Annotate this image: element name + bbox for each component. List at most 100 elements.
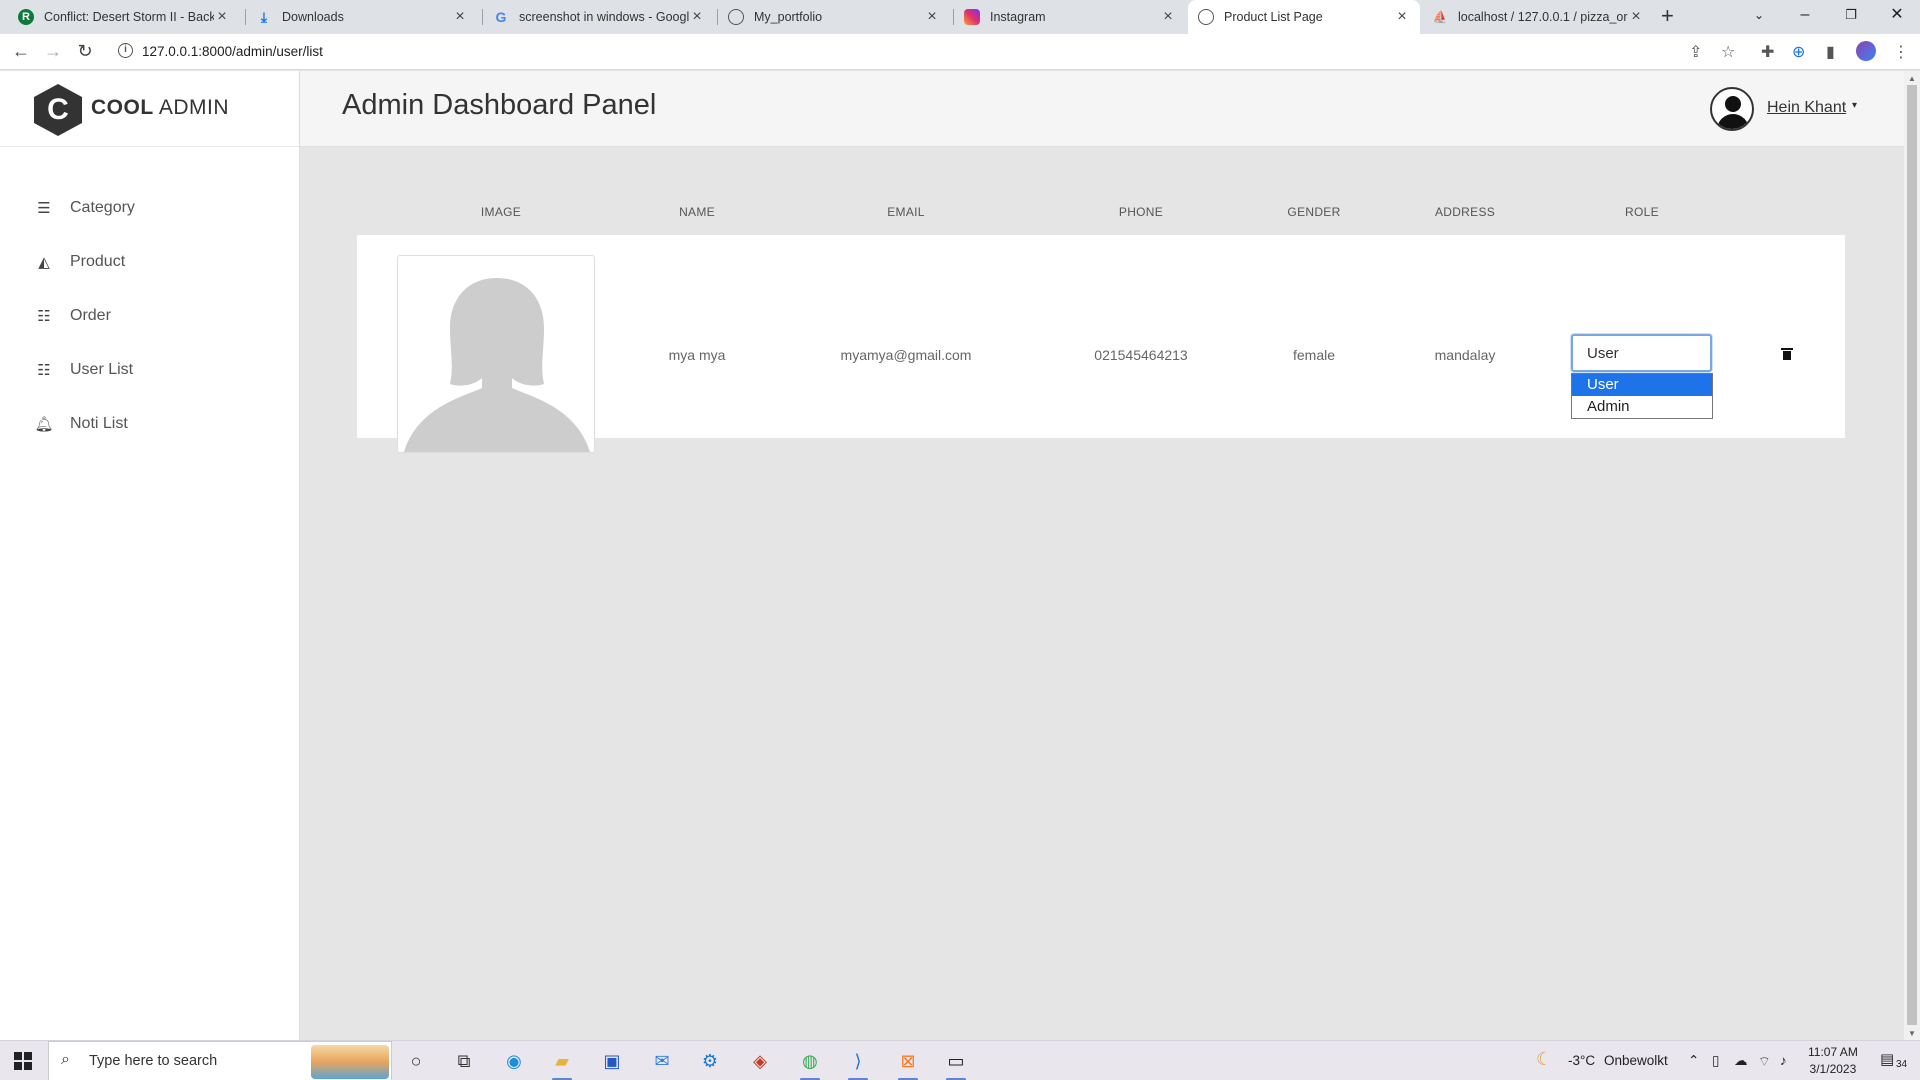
role-option-admin[interactable]: Admin (1572, 396, 1712, 418)
tab-title: My_portfolio (754, 10, 823, 24)
browser-tab[interactable]: R Conflict: Desert Storm II - Back t × (8, 0, 240, 34)
download-status-icon[interactable]: ⊕ (1792, 42, 1805, 62)
taskbar-search[interactable]: ⌕ Type here to search (48, 1041, 392, 1080)
meet-now-icon[interactable]: ▯ (1712, 1053, 1719, 1069)
browser-tab[interactable]: ⛵ localhost / 127.0.0.1 / pizza_ord × (1422, 0, 1654, 34)
tab-title: Instagram (990, 10, 1046, 24)
terminal-icon[interactable]: ▭ (942, 1047, 970, 1075)
system-clock[interactable]: 11:07 AM 3/1/2023 (1808, 1044, 1858, 1078)
weather-temp[interactable]: -3°C (1568, 1053, 1595, 1068)
avatar-head (1725, 96, 1741, 112)
column-header-image: IMAGE (480, 205, 522, 219)
logo-text: COOL ADMIN (91, 96, 230, 119)
close-icon[interactable]: × (1160, 8, 1176, 26)
chevron-up-icon[interactable]: ⌃ (1688, 1053, 1699, 1069)
tab-title: screenshot in windows - Google (519, 10, 689, 24)
close-window-icon[interactable]: ✕ (1874, 0, 1920, 34)
tab-title: Conflict: Desert Storm II - Back t (44, 10, 214, 24)
tab-title: Product List Page (1224, 10, 1323, 24)
url-field[interactable]: 127.0.0.1:8000/admin/user/list (142, 44, 323, 59)
logo[interactable]: C COOL ADMIN (0, 71, 299, 147)
column-header-name: NAME (679, 205, 715, 219)
user-email-cell: myamya@gmail.com (840, 347, 972, 363)
instagram-icon (964, 9, 980, 25)
user-menu-link[interactable]: Hein Khant (1767, 99, 1846, 117)
phpmyadmin-icon: ⛵ (1432, 10, 1448, 24)
tab-title: localhost / 127.0.0.1 / pizza_ord (1458, 10, 1628, 24)
browser-tab[interactable]: ⤓ Downloads × (246, 0, 478, 34)
close-icon[interactable]: × (689, 8, 705, 26)
back-icon[interactable]: ← (10, 41, 32, 62)
role-option-user[interactable]: User (1572, 374, 1712, 396)
chevron-down-icon[interactable]: ▾ (1852, 100, 1857, 111)
bell-icon: 🔔︎ (34, 416, 54, 433)
close-icon[interactable]: × (1394, 8, 1410, 26)
sidebar-item-order[interactable]: ☷ Order (34, 301, 111, 331)
bookmark-star-icon[interactable]: ☆ (1721, 42, 1735, 62)
sidebar: C COOL ADMIN ☰ Category ◭ Product ☷ Orde… (0, 71, 300, 1041)
user-address-cell: mandalay (1434, 347, 1496, 363)
restore-icon[interactable]: ❐ (1828, 0, 1874, 34)
user-photo (397, 255, 595, 453)
sidebar-item-noti-list[interactable]: 🔔︎ Noti List (34, 409, 128, 439)
wifi-icon[interactable]: ⌔ (1758, 1053, 1771, 1070)
profile-avatar-icon[interactable] (1856, 41, 1876, 61)
sidebar-item-label: Product (70, 253, 126, 270)
mail-icon[interactable]: ✉ (648, 1047, 676, 1075)
close-icon[interactable]: × (1628, 8, 1644, 26)
forward-icon[interactable]: → (42, 41, 64, 62)
game-icon[interactable]: ◈ (746, 1047, 774, 1075)
close-icon[interactable]: × (452, 8, 468, 26)
sidebar-item-label: User List (70, 361, 134, 378)
edge-icon[interactable]: ◉ (500, 1047, 528, 1075)
close-icon[interactable]: × (924, 8, 940, 26)
cortana-icon[interactable]: ○ (402, 1047, 430, 1075)
reload-icon[interactable]: ↻ (74, 41, 96, 62)
settings-icon[interactable]: ⚙ (696, 1047, 724, 1075)
vscode-icon[interactable]: ⟩ (844, 1047, 872, 1075)
close-icon[interactable]: × (214, 8, 230, 26)
scroll-thumb[interactable] (1907, 85, 1917, 1025)
column-header-gender: GENDER (1287, 205, 1341, 219)
windows-start-icon[interactable] (14, 1052, 32, 1070)
store-icon[interactable]: ▣ (598, 1047, 626, 1075)
browser-tab[interactable]: Instagram × (954, 0, 1186, 34)
notification-icon[interactable]: ▤ (1880, 1050, 1894, 1068)
browser-tab-active[interactable]: Product List Page × (1188, 0, 1420, 34)
task-view-icon[interactable]: ⧉ (450, 1047, 478, 1075)
share-icon[interactable]: ⇪ (1689, 42, 1702, 62)
role-dropdown-list: User Admin (1571, 373, 1713, 419)
sidebar-item-category[interactable]: ☰ Category (34, 193, 135, 223)
site-info-icon[interactable]: i (118, 43, 133, 58)
page-title: Admin Dashboard Panel (342, 89, 657, 121)
page-scrollbar[interactable]: ▲ ▼ (1904, 71, 1920, 1041)
role-select[interactable]: User (1571, 334, 1712, 372)
extensions-icon[interactable]: ✚ (1761, 42, 1774, 62)
scroll-down-icon[interactable]: ▼ (1908, 1029, 1916, 1038)
user-avatar[interactable] (1710, 87, 1754, 131)
sidebar-item-product[interactable]: ◭ Product (34, 247, 125, 277)
browser-tab[interactable]: G screenshot in windows - Google × (483, 0, 715, 34)
column-header-role: ROLE (1625, 205, 1659, 219)
onedrive-icon[interactable]: ☁ (1734, 1053, 1748, 1069)
file-explorer-icon[interactable]: ▰ (548, 1047, 576, 1075)
chrome-icon[interactable]: ◍ (796, 1047, 824, 1075)
scroll-up-icon[interactable]: ▲ (1908, 74, 1916, 83)
download-icon: ⤓ (260, 8, 268, 25)
tab-title: Downloads (282, 10, 344, 24)
side-panel-icon[interactable]: ▮ (1826, 42, 1835, 62)
column-header-address: ADDRESS (1434, 205, 1496, 219)
sidebar-item-label: Category (70, 199, 135, 216)
browser-tab[interactable]: My_portfolio × (718, 0, 950, 34)
sidebar-item-user-list[interactable]: ☷ User List (34, 355, 133, 385)
volume-icon[interactable]: ♪ (1780, 1053, 1787, 1068)
top-header: Admin Dashboard Panel Hein Khant ▾ (300, 71, 1904, 147)
xampp-icon[interactable]: ⊠ (894, 1047, 922, 1075)
delete-trash-icon[interactable] (1781, 348, 1793, 360)
tab-search-icon[interactable]: ⌄ (1736, 0, 1782, 34)
weather-text[interactable]: Onbewolkt (1604, 1053, 1668, 1068)
new-tab-icon[interactable]: + (1661, 3, 1674, 29)
sidebar-item-label: Noti List (70, 415, 128, 432)
more-menu-icon[interactable]: ⋮ (1893, 42, 1909, 62)
minimize-icon[interactable]: – (1782, 0, 1828, 34)
